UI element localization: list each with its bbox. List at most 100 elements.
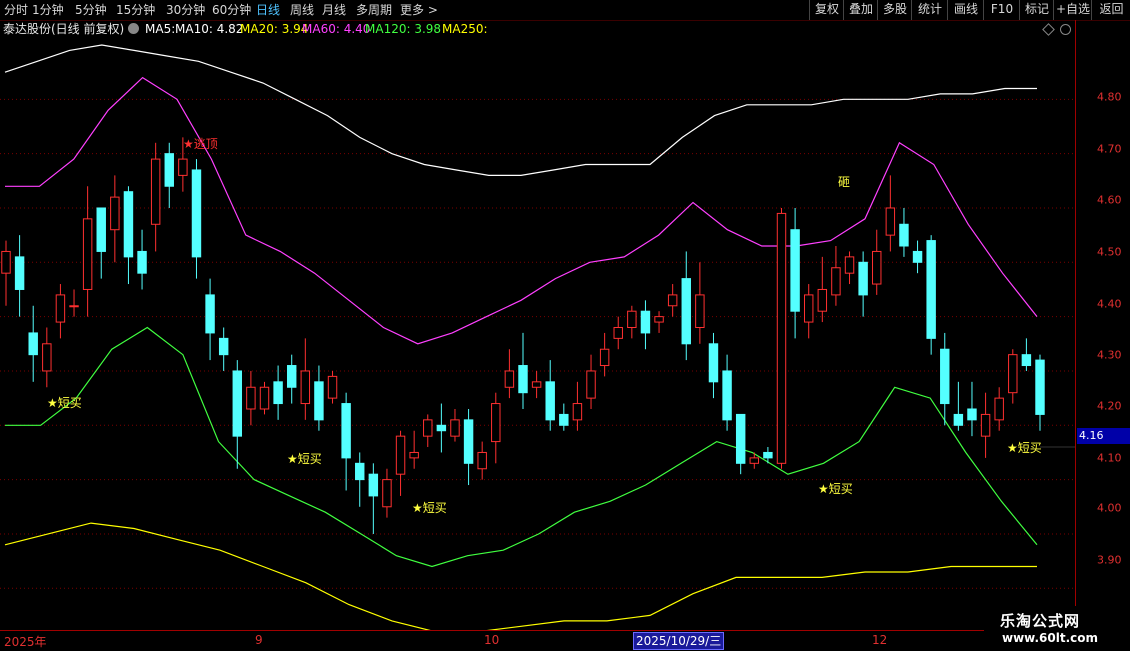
toolbar-button-1[interactable]: 叠加 [843, 0, 878, 20]
candle-body-20 [273, 381, 283, 405]
date-label-9: 9 [255, 633, 263, 647]
period-tab-8[interactable]: 月线 [322, 2, 346, 18]
candle-body-50 [681, 278, 691, 345]
candle-body-55 [749, 457, 760, 464]
candle-body-25 [341, 403, 351, 459]
candle-body-6 [82, 218, 93, 290]
price-label-9: 3.90 [1097, 553, 1122, 567]
candle-body-29 [395, 435, 406, 475]
band-line-2 [5, 326, 1038, 568]
candle-body-26 [355, 462, 365, 481]
period-tab-3[interactable]: 15分钟 [116, 2, 155, 18]
toolbar-button-4[interactable]: 画线 [947, 0, 984, 20]
signal-label-1: ★短买 [47, 396, 82, 410]
period-tab-5[interactable]: 60分钟 [212, 2, 251, 18]
candle-body-21 [286, 365, 297, 388]
period-tab-10[interactable]: 更多 > [400, 2, 438, 18]
period-tab-0[interactable]: 分时 [4, 2, 28, 18]
candle-body-69 [940, 348, 950, 405]
candle-body-61 [831, 267, 841, 296]
price-label-2: 4.60 [1097, 193, 1122, 207]
candle-body-32 [436, 424, 447, 432]
candle-body-45 [613, 327, 623, 339]
candle-body-58 [790, 229, 800, 312]
period-tab-9[interactable]: 多周期 [356, 2, 392, 18]
current-price-label: 4.16 [1077, 428, 1130, 444]
candle-body-31 [423, 419, 433, 437]
candle-body-34 [463, 419, 474, 464]
period-tab-6[interactable]: 日线 [256, 2, 280, 18]
candle-body-60 [817, 288, 828, 312]
settings-gear-icon[interactable] [128, 23, 139, 34]
price-label-7: 4.10 [1097, 451, 1122, 465]
candle-body-15 [205, 294, 215, 334]
price-label-4: 4.40 [1097, 297, 1122, 311]
candle-body-36 [491, 403, 501, 443]
candle-body-5 [69, 305, 79, 308]
price-label-6: 4.20 [1097, 399, 1122, 413]
candle-body-12 [164, 153, 174, 187]
candle-body-52 [708, 343, 719, 383]
candle-body-11 [150, 158, 161, 225]
candle-body-51 [695, 294, 705, 328]
price-label-1: 4.70 [1097, 142, 1122, 156]
candle-body-62 [844, 256, 855, 274]
signal-label-2: ★短买 [287, 452, 322, 466]
ma-label-4: MA120: 3.98 [365, 22, 442, 36]
candle-body-46 [627, 310, 637, 329]
toolbar-button-0[interactable]: 复权 [809, 0, 844, 20]
candle-body-19 [259, 386, 270, 410]
toolbar-button-5[interactable]: F10 [983, 0, 1020, 20]
watermark-title: 乐淘公式网 [1000, 612, 1081, 630]
candle-body-59 [803, 294, 814, 323]
date-label-12: 12 [872, 633, 888, 647]
candle-body-49 [667, 294, 678, 307]
price-label-3: 4.50 [1097, 245, 1122, 259]
candle-body-54 [735, 413, 746, 464]
toolbar-button-6[interactable]: 标记 [1019, 0, 1054, 20]
period-tab-1[interactable]: 1分钟 [32, 2, 64, 18]
candle-body-44 [599, 348, 610, 367]
candle-body-75 [1021, 354, 1032, 367]
period-tab-7[interactable]: 周线 [290, 2, 314, 18]
candle-body-67 [912, 250, 923, 263]
toolbar-button-3[interactable]: 统计 [911, 0, 948, 20]
candle-body-9 [123, 191, 134, 258]
watermark-url: www.60lt.com [1002, 631, 1099, 645]
band-line-0 [4, 44, 1037, 176]
indicator-info-bar: 泰达股份(日线 前复权) MA5: MA10: 4.82 MA20: 3.94 MA6… [0, 20, 1075, 38]
candle-body-4 [55, 294, 66, 323]
signal-label-5: ★短买 [1007, 441, 1042, 455]
candle-body-22 [300, 370, 311, 405]
candle-body-66 [899, 223, 909, 247]
candle-body-48 [654, 316, 664, 323]
candle-body-27 [368, 473, 379, 497]
toolbar-button-8[interactable]: 返回 [1091, 0, 1130, 20]
candle-body-18 [246, 386, 256, 410]
date-label-2025: 2025年 [4, 635, 47, 649]
candle-body-71 [967, 408, 977, 421]
toolbar-button-7[interactable]: +自选 [1053, 0, 1092, 20]
candle-body-14 [191, 169, 202, 258]
candle-body-65 [885, 207, 896, 236]
candle-body-23 [314, 381, 324, 421]
period-tab-4[interactable]: 30分钟 [166, 2, 205, 18]
candle-body-70 [953, 413, 964, 426]
selected-date: 2025/10/29/三 [633, 632, 725, 650]
candle-body-2 [28, 332, 38, 356]
candle-body-13 [178, 158, 188, 176]
kline-chart[interactable]: ★逃顶 ★短买 ★短买 ★短买 ★短买 ★短买 砸 [0, 0, 1075, 630]
toolbar-button-2[interactable]: 多股 [877, 0, 912, 20]
candle-body-28 [382, 479, 392, 508]
diamond-icon[interactable] [1042, 23, 1055, 36]
circle-icon[interactable] [1060, 24, 1071, 35]
candle-body-0 [1, 250, 11, 274]
price-axis: 4.16 4.80 4.70 4.60 4.50 4.40 4.30 4.20 4.10 4.0… [1075, 20, 1130, 630]
ma-label-5: MA250: [442, 22, 488, 36]
period-tab-2[interactable]: 5分钟 [75, 2, 107, 18]
band-line-3 [4, 522, 1037, 630]
top-marker-label: 砸 [838, 175, 850, 189]
candle-body-33 [450, 419, 460, 437]
ma-label-1: MA10: 4.82 [175, 22, 244, 36]
date-label-10: 10 [484, 633, 500, 647]
